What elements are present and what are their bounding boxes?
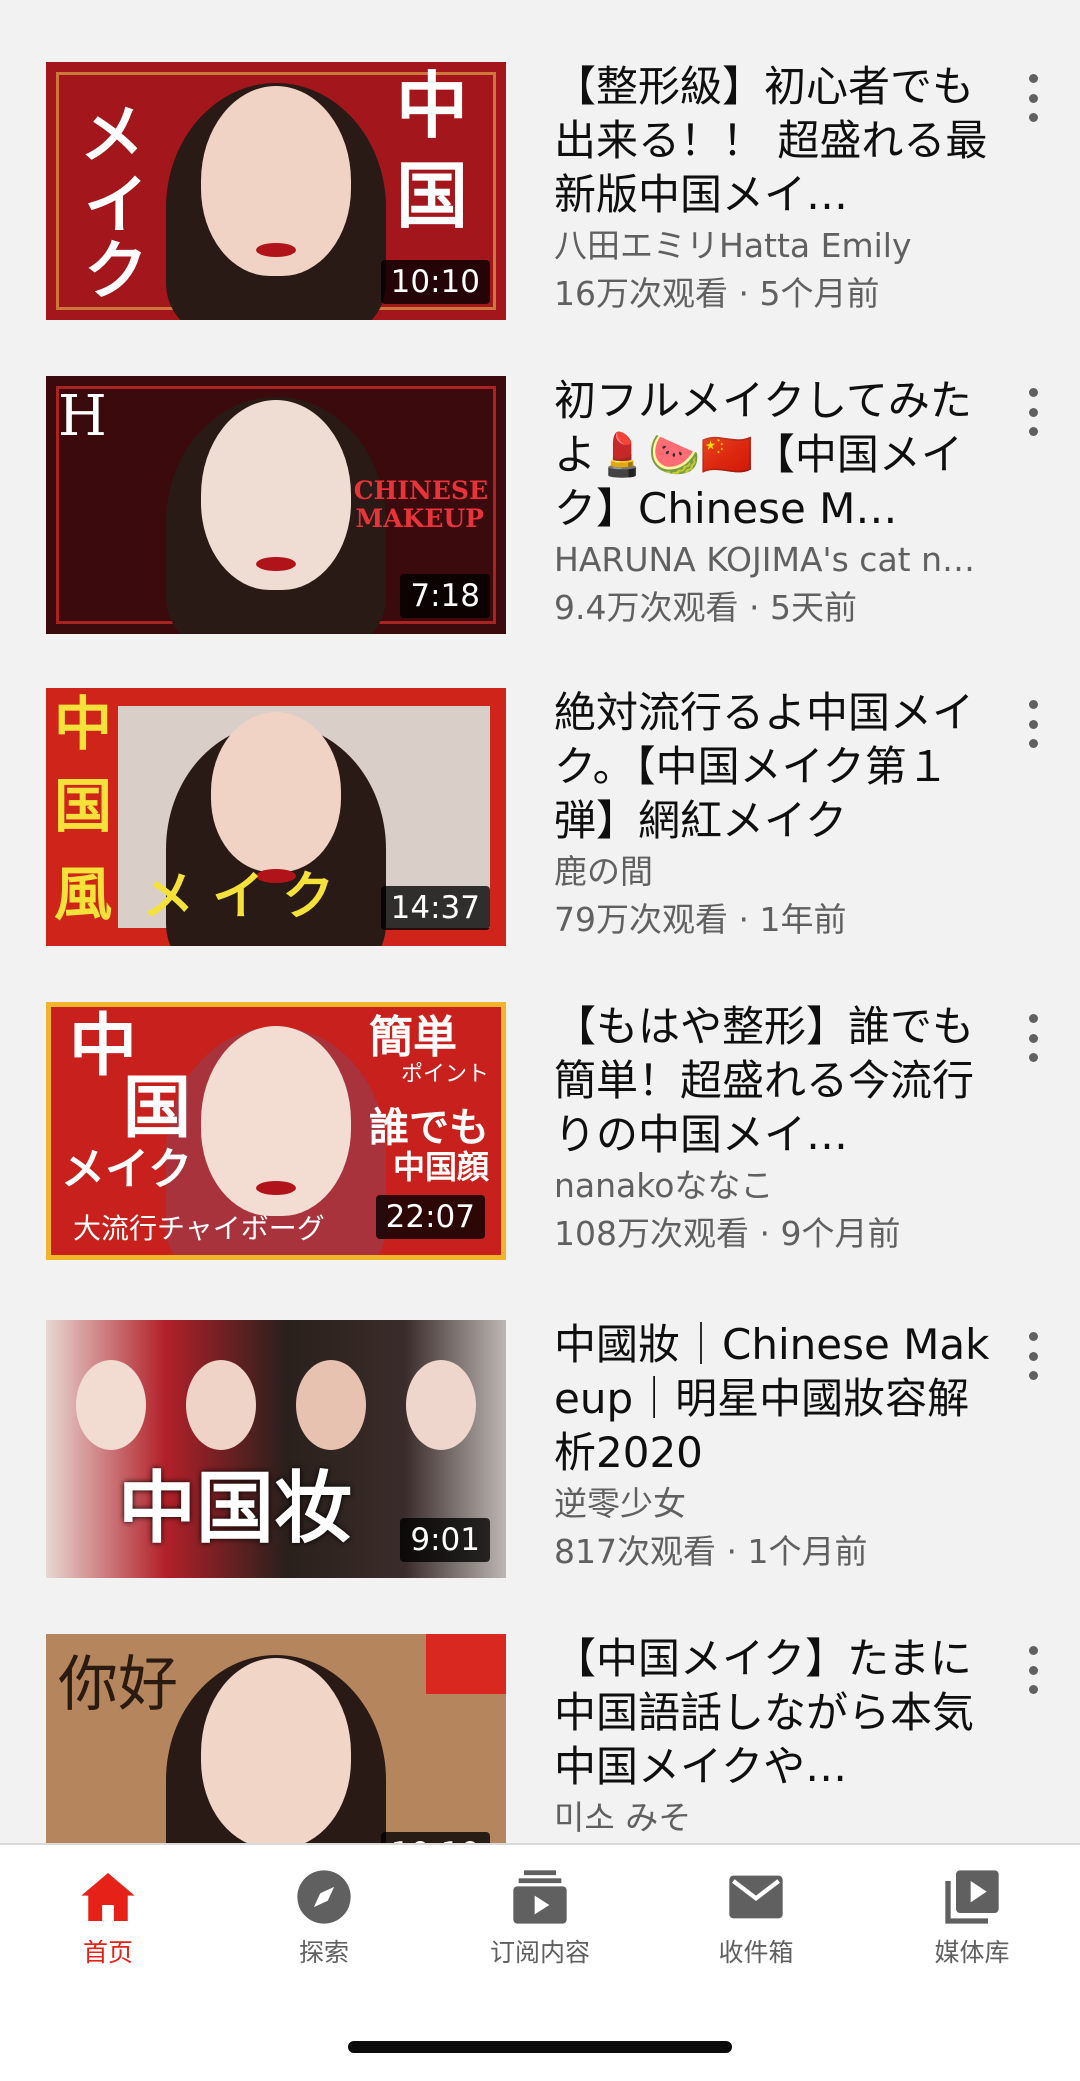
- thumbnail-face: [76, 1360, 146, 1450]
- nav-label: 探索: [298, 1938, 349, 1967]
- nav-home[interactable]: 首页: [0, 1865, 216, 1975]
- video-info[interactable]: 初フルメイクしてみたよ💄🍉🇨🇳【中国メイク】Chinese M… HARUNA …: [554, 376, 1004, 632]
- thumbnail-lips: [256, 556, 296, 571]
- video-thumbnail[interactable]: 中国妆 9:01: [46, 1320, 506, 1578]
- thumb-text: ポイント: [400, 1062, 489, 1087]
- more-options-icon[interactable]: [1018, 1640, 1048, 1700]
- video-thumbnail[interactable]: H CHINESE MAKEUP 7:18: [46, 376, 506, 634]
- video-info[interactable]: 絶対流行るよ中国メイク。【中国メイク第１弾】網紅メイク 鹿の間 79万次观看 ·…: [554, 688, 1004, 944]
- thumb-text: 中国顔: [392, 1148, 489, 1186]
- more-options-icon[interactable]: [1018, 382, 1048, 442]
- video-thumbnail[interactable]: 中 国 風 メ イ ク 14:37: [46, 688, 506, 946]
- video-title[interactable]: 中國妝｜Chinese Makeup｜明星中國妝容解析2020: [554, 1318, 1004, 1480]
- home-indicator[interactable]: [348, 2041, 732, 2053]
- video-title[interactable]: 【中国メイク】たまに中国語話しながら本気中国メイクや…: [554, 1632, 1004, 1794]
- thumb-text: 你好: [58, 1650, 178, 1720]
- inbox-icon: [729, 1875, 783, 1919]
- video-item[interactable]: 中国妆 9:01 中國妝｜Chinese Makeup｜明星中國妝容解析2020…: [0, 1320, 1080, 1580]
- video-info[interactable]: 【中国メイク】たまに中国語話しながら本気中国メイクや… 미소 みそ: [554, 1634, 1004, 1842]
- more-options-icon[interactable]: [1018, 1008, 1048, 1068]
- thumb-text: 国: [123, 1068, 192, 1148]
- thumb-text: 大流行チャイボーグ: [73, 1211, 325, 1245]
- thumb-text: メ: [80, 98, 144, 173]
- video-info[interactable]: 中國妝｜Chinese Makeup｜明星中國妝容解析2020 逆零少女 817…: [554, 1320, 1004, 1576]
- subscriptions-icon: [513, 1870, 567, 1924]
- thumb-text: 風: [54, 860, 113, 928]
- thumb-text: 国: [54, 772, 113, 840]
- nav-explore[interactable]: 探索: [216, 1865, 432, 1975]
- channel-name[interactable]: nanakoななこ: [554, 1162, 1004, 1210]
- video-title[interactable]: 絶対流行るよ中国メイク。【中国メイク第１弾】網紅メイク: [554, 686, 1004, 848]
- more-options-icon[interactable]: [1018, 694, 1048, 754]
- nav-subscriptions[interactable]: 订阅内容: [432, 1865, 648, 1975]
- thumb-text: H: [58, 384, 107, 449]
- nav-label: 订阅内容: [489, 1938, 590, 1967]
- video-meta: 817次观看 · 1个月前: [554, 1532, 868, 1571]
- duration-badge: 14:37: [380, 886, 490, 930]
- thumb-text: 簡単: [369, 1012, 457, 1063]
- video-title[interactable]: 初フルメイクしてみたよ💄🍉🇨🇳【中国メイク】Chinese M…: [554, 374, 1004, 536]
- video-item[interactable]: 你好 10:10 【中国メイク】たまに中国語話しながら本気中国メイクや… 미소 …: [0, 1634, 1080, 1843]
- nav-label: 首页: [82, 1938, 133, 1967]
- nav-library[interactable]: 媒体库: [864, 1865, 1080, 1975]
- video-info[interactable]: 【整形級】初心者でも出来る！！ 超盛れる最新版中国メイ… 八田エミリHatta …: [554, 62, 1004, 318]
- nav-label: 收件箱: [718, 1938, 794, 1967]
- thumb-text: イ: [84, 168, 148, 243]
- video-item[interactable]: 中 国 風 メ イ ク 14:37 絶対流行るよ中国メイク。【中国メイク第１弾】…: [0, 688, 1080, 948]
- thumb-text: 中: [395, 63, 468, 148]
- video-feed[interactable]: 中 国 メ イ ク 10:10 【整形級】初心者でも出来る！！ 超盛れる最新版中…: [0, 0, 1080, 1843]
- video-item[interactable]: H CHINESE MAKEUP 7:18 初フルメイクしてみたよ💄🍉🇨🇳【中国…: [0, 376, 1080, 636]
- thumb-text: MAKEUP: [355, 504, 484, 533]
- duration-badge: 9:01: [400, 1518, 490, 1562]
- channel-name[interactable]: 逆零少女: [554, 1480, 1004, 1528]
- thumbnail-lips: [256, 1180, 296, 1195]
- video-thumbnail[interactable]: 中 国 メ イ ク 10:10: [46, 62, 506, 320]
- thumbnail-face: [186, 1360, 256, 1450]
- channel-name[interactable]: 鹿の間: [554, 848, 1004, 896]
- nav-inbox[interactable]: 收件箱: [648, 1865, 864, 1975]
- video-meta: 108万次观看 · 9个月前: [554, 1214, 901, 1253]
- video-meta: 16万次观看 · 5个月前: [554, 274, 880, 313]
- thumb-text: 中: [54, 690, 113, 758]
- flag-graphic: [426, 1634, 506, 1694]
- thumb-text: メ イ ク: [142, 866, 335, 927]
- thumbnail-face: [201, 1657, 351, 1843]
- thumb-text: 誰でも: [369, 1104, 489, 1151]
- video-item[interactable]: 中 国 メ イ ク 10:10 【整形級】初心者でも出来る！！ 超盛れる最新版中…: [0, 62, 1080, 322]
- more-options-icon[interactable]: [1018, 68, 1048, 128]
- thumb-text: 中国妆: [118, 1463, 353, 1554]
- video-item[interactable]: 中 国 メイク 簡単 ポイント 誰でも 中国顔 大流行チャイボーグ 22:07 …: [0, 1002, 1080, 1262]
- video-info[interactable]: 【もはや整形】誰でも簡単！超盛れる今流行りの中国メイ… nanakoななこ 10…: [554, 1002, 1004, 1258]
- duration-badge: 10:10: [380, 260, 490, 304]
- thumbnail-lips: [256, 242, 296, 257]
- video-thumbnail[interactable]: 你好 10:10: [46, 1634, 506, 1843]
- channel-name[interactable]: HARUNA KOJIMA's cat n…: [554, 536, 1004, 584]
- video-meta: 79万次观看 · 1年前: [554, 900, 847, 939]
- thumbnail-face: [406, 1360, 476, 1450]
- thumb-text: ク: [84, 234, 148, 309]
- video-meta: 9.4万次观看 · 5天前: [554, 588, 857, 627]
- more-options-icon[interactable]: [1018, 1326, 1048, 1386]
- thumb-text: メイク: [61, 1144, 193, 1195]
- nav-label: 媒体库: [934, 1938, 1010, 1967]
- video-title[interactable]: 【もはや整形】誰でも簡単！超盛れる今流行りの中国メイ…: [554, 1000, 1004, 1162]
- video-title[interactable]: 【整形級】初心者でも出来る！！ 超盛れる最新版中国メイ…: [554, 60, 1004, 222]
- explore-icon: [297, 1870, 351, 1924]
- thumbnail-face: [296, 1360, 366, 1450]
- library-icon: [945, 1870, 999, 1924]
- video-thumbnail[interactable]: 中 国 メイク 簡単 ポイント 誰でも 中国顔 大流行チャイボーグ 22:07: [46, 1002, 506, 1260]
- duration-badge: 22:07: [375, 1195, 485, 1239]
- channel-name[interactable]: 미소 みそ: [554, 1794, 1004, 1842]
- thumbnail-face: [211, 711, 341, 872]
- home-icon: [81, 1873, 135, 1921]
- channel-name[interactable]: 八田エミリHatta Emily: [554, 222, 1004, 270]
- duration-badge: 7:18: [400, 574, 490, 618]
- thumb-text: 国: [395, 153, 468, 238]
- duration-badge: 10:10: [380, 1832, 490, 1843]
- thumb-text: CHINESE: [353, 476, 488, 505]
